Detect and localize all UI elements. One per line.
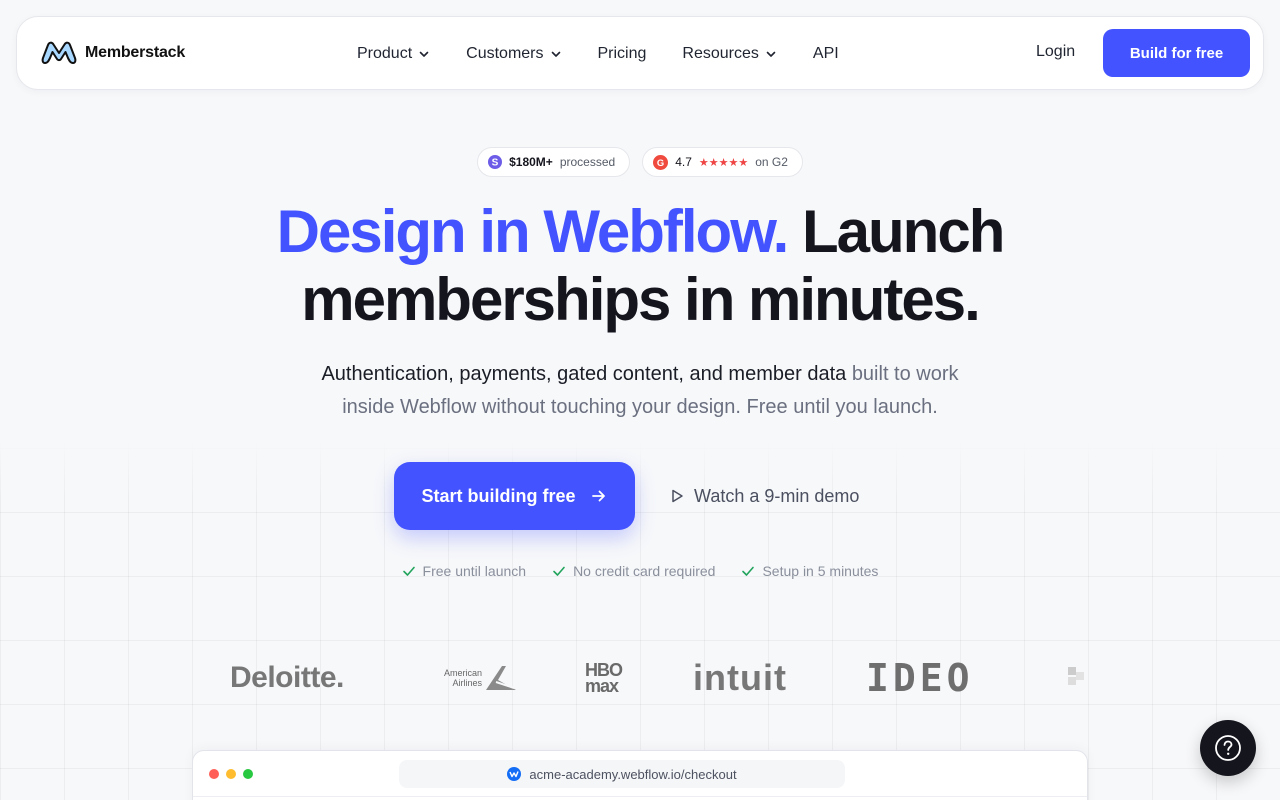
build-for-free-button[interactable]: Build for free xyxy=(1103,29,1250,77)
check-label: Setup in 5 minutes xyxy=(762,563,879,579)
hero-headline: Design in Webflow. Launch memberships in… xyxy=(0,198,1280,334)
play-icon xyxy=(672,489,683,503)
browser-divider xyxy=(193,796,1087,797)
headline-part-1: Launch xyxy=(802,198,1005,265)
check-label: Free until launch xyxy=(422,563,527,579)
max-wordmark: max xyxy=(585,676,619,696)
processed-label: processed xyxy=(559,155,616,169)
check-icon xyxy=(402,566,415,576)
check-icon xyxy=(742,566,755,576)
help-button[interactable] xyxy=(1200,720,1256,776)
nav-item-label: Customers xyxy=(466,45,544,62)
processed-badge: S $180M+ processed xyxy=(477,147,631,177)
chevron-down-icon xyxy=(419,51,429,57)
g2-logo-icon: G xyxy=(653,154,669,170)
customer-logos: Deloitte. American Airlines HBO max intu… xyxy=(0,650,1280,710)
nav-item-product[interactable]: Product xyxy=(357,45,430,63)
check-label: No credit card required xyxy=(573,563,716,579)
processed-value: $180M+ xyxy=(509,155,553,169)
rating-suffix: on G2 xyxy=(755,155,788,169)
trust-badges: S $180M+ processed G 4.7 ★★★★★ on G2 xyxy=(0,147,1280,177)
check-item: Free until launch xyxy=(402,563,527,579)
aa-wordmark-2: Airlines xyxy=(452,678,483,688)
top-navigation: Memberstack Product Customers Pricing Re… xyxy=(16,16,1264,90)
rating-stars: ★★★★★ xyxy=(698,156,749,169)
url-bar: acme-academy.webflow.io/checkout xyxy=(399,760,845,788)
subheadline-emphasis: Authentication, payments, gated content,… xyxy=(321,363,847,385)
g2-rating-badge: G 4.7 ★★★★★ on G2 xyxy=(642,147,803,177)
close-dot xyxy=(209,769,219,779)
check-item: Setup in 5 minutes xyxy=(741,563,878,579)
feature-checks: Free until launch No credit card require… xyxy=(0,563,1280,579)
cta-label: Start building free xyxy=(421,485,576,506)
deloitte-logo: Deloitte. xyxy=(230,661,344,694)
nav-item-label: API xyxy=(812,45,839,62)
headline-line-2: memberships in minutes. xyxy=(301,266,981,333)
partial-logo xyxy=(1064,650,1088,706)
american-airlines-logo: American Airlines xyxy=(444,650,518,706)
maximize-dot xyxy=(243,769,253,779)
nav-item-pricing[interactable]: Pricing xyxy=(598,45,647,63)
login-link[interactable]: Login xyxy=(1036,43,1075,61)
dollar-icon: S xyxy=(488,155,503,169)
webflow-icon xyxy=(507,767,522,781)
check-icon xyxy=(553,566,565,576)
nav-item-label: Pricing xyxy=(597,45,647,62)
headline-accent: Design in Webflow. xyxy=(276,198,790,265)
demo-label: Watch a 9-min demo xyxy=(694,485,860,506)
check-item: No credit card required xyxy=(552,563,715,579)
brand-name: Memberstack xyxy=(85,44,186,61)
minimize-dot xyxy=(226,769,236,779)
memberstack-logo-icon xyxy=(41,41,77,64)
nav-item-customers[interactable]: Customers xyxy=(466,45,561,63)
ideo-logo: IDEO xyxy=(866,656,974,700)
nav-item-label: Resources xyxy=(682,45,759,62)
aa-wordmark-1: American xyxy=(444,668,483,678)
hbo-max-logo: HBO max xyxy=(585,650,623,706)
window-controls xyxy=(209,769,253,779)
chevron-down-icon xyxy=(551,51,560,57)
eagle-icon xyxy=(486,666,517,690)
rating-value: 4.7 xyxy=(675,155,692,169)
start-building-free-button[interactable]: Start building free xyxy=(394,462,635,530)
arrow-right-icon xyxy=(591,490,605,502)
hero-cta-row: Start building free Watch a 9-min demo xyxy=(394,462,859,530)
nav-links: Product Customers Pricing Resources API xyxy=(357,17,875,91)
hero-subheadline: Authentication, payments, gated content,… xyxy=(300,358,980,424)
watch-demo-link[interactable]: Watch a 9-min demo xyxy=(669,486,859,507)
chevron-down-icon xyxy=(766,51,776,57)
nav-item-resources[interactable]: Resources xyxy=(682,45,776,63)
partial-logo-icon xyxy=(1068,667,1084,685)
nav-item-api[interactable]: API xyxy=(813,45,839,63)
question-mark-icon xyxy=(1215,735,1241,761)
deloitte-wordmark: Deloitte xyxy=(230,661,337,694)
svg-text:G: G xyxy=(657,157,664,167)
intuit-logo: intuit xyxy=(693,657,787,698)
nav-item-label: Product xyxy=(357,45,413,62)
browser-preview: acme-academy.webflow.io/checkout xyxy=(192,750,1088,800)
url-text: acme-academy.webflow.io/checkout xyxy=(529,766,737,782)
brand[interactable]: Memberstack xyxy=(41,39,185,67)
svg-text:S: S xyxy=(492,158,499,169)
